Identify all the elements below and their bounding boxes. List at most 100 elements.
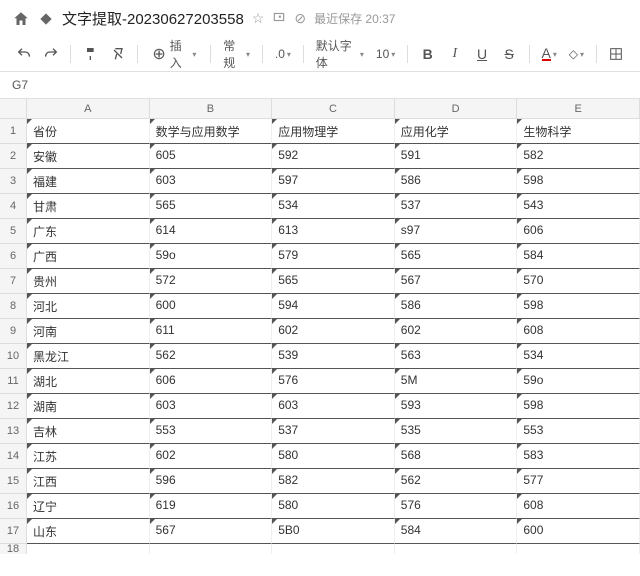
cell[interactable]: 603	[272, 394, 395, 419]
cell[interactable]: 594	[272, 294, 395, 319]
cell[interactable]: 安徽	[27, 144, 150, 169]
cell[interactable]: 584	[517, 244, 640, 269]
fill-color-button[interactable]: ◇▾	[565, 41, 588, 67]
cell[interactable]: 600	[150, 294, 273, 319]
clear-format-button[interactable]	[106, 41, 129, 67]
cell[interactable]: 583	[517, 444, 640, 469]
cell[interactable]: 河南	[27, 319, 150, 344]
cell[interactable]	[272, 544, 395, 554]
cell[interactable]: 河北	[27, 294, 150, 319]
cell[interactable]: 562	[150, 344, 273, 369]
cell[interactable]: 606	[150, 369, 273, 394]
cell[interactable]: 565	[395, 244, 518, 269]
cell[interactable]: s97	[395, 219, 518, 244]
home-icon[interactable]	[12, 10, 30, 28]
cell[interactable]	[27, 544, 150, 554]
cell-reference[interactable]: G7	[0, 72, 640, 99]
move-icon[interactable]	[272, 10, 286, 27]
cell[interactable]: 甘肃	[27, 194, 150, 219]
cell[interactable]: 537	[272, 419, 395, 444]
cell[interactable]: 605	[150, 144, 273, 169]
row-header[interactable]: 11	[0, 369, 27, 394]
row-header[interactable]: 7	[0, 269, 27, 294]
cell[interactable]: 570	[517, 269, 640, 294]
cell[interactable]: 582	[272, 469, 395, 494]
cell[interactable]: 535	[395, 419, 518, 444]
cell[interactable]: 597	[272, 169, 395, 194]
redo-button[interactable]	[39, 41, 62, 67]
row-header[interactable]: 3	[0, 169, 27, 194]
cell[interactable]: 593	[395, 394, 518, 419]
cell[interactable]: 江西	[27, 469, 150, 494]
cell[interactable]: 生物科学	[517, 119, 640, 144]
cell[interactable]: 602	[150, 444, 273, 469]
cell[interactable]: 596	[150, 469, 273, 494]
format-painter-button[interactable]	[79, 41, 102, 67]
row-header[interactable]: 8	[0, 294, 27, 319]
select-all-corner[interactable]	[0, 99, 27, 119]
spreadsheet-grid[interactable]: ABCDE 1省份数学与应用数学应用物理学应用化学生物科学2安徽60559259…	[0, 99, 640, 576]
cell[interactable]	[150, 544, 273, 554]
column-header[interactable]: E	[517, 99, 640, 119]
row-header[interactable]: 2	[0, 144, 27, 169]
cell[interactable]: 59o	[517, 369, 640, 394]
cell[interactable]: 5M	[395, 369, 518, 394]
cell[interactable]: 614	[150, 219, 273, 244]
cell[interactable]: 567	[150, 519, 273, 544]
cell[interactable]: 586	[395, 169, 518, 194]
row-header[interactable]: 18	[0, 544, 27, 554]
cell[interactable]: 59o	[150, 244, 273, 269]
cell[interactable]	[517, 544, 640, 554]
cell[interactable]: 539	[272, 344, 395, 369]
cell[interactable]: 江苏	[27, 444, 150, 469]
cell[interactable]: 576	[272, 369, 395, 394]
row-header[interactable]: 9	[0, 319, 27, 344]
cell[interactable]: 580	[272, 494, 395, 519]
cell[interactable]: 5B0	[272, 519, 395, 544]
cell[interactable]: 565	[150, 194, 273, 219]
cell[interactable]: 568	[395, 444, 518, 469]
cell[interactable]: 592	[272, 144, 395, 169]
cell[interactable]: 600	[517, 519, 640, 544]
cell[interactable]: 603	[150, 394, 273, 419]
cell[interactable]: 湖北	[27, 369, 150, 394]
cell[interactable]: 湖南	[27, 394, 150, 419]
font-size-dropdown[interactable]: 10▾	[372, 41, 399, 67]
cell[interactable]: 582	[517, 144, 640, 169]
row-header[interactable]: 5	[0, 219, 27, 244]
cell[interactable]: 567	[395, 269, 518, 294]
cell[interactable]: 辽宁	[27, 494, 150, 519]
bold-button[interactable]: B	[416, 41, 439, 67]
cell[interactable]: 山东	[27, 519, 150, 544]
star-icon[interactable]: ☆	[252, 10, 265, 27]
cell[interactable]: 611	[150, 319, 273, 344]
cell[interactable]: 598	[517, 294, 640, 319]
insert-button[interactable]: ⊕插入▾	[146, 41, 202, 67]
borders-button[interactable]	[605, 41, 628, 67]
cell[interactable]: 577	[517, 469, 640, 494]
row-header[interactable]: 12	[0, 394, 27, 419]
row-header[interactable]: 16	[0, 494, 27, 519]
cell[interactable]: 广东	[27, 219, 150, 244]
cell[interactable]: 537	[395, 194, 518, 219]
row-header[interactable]: 15	[0, 469, 27, 494]
column-header[interactable]: A	[27, 99, 150, 119]
cell[interactable]: 543	[517, 194, 640, 219]
cell[interactable]: 565	[272, 269, 395, 294]
italic-button[interactable]: I	[443, 41, 466, 67]
cell[interactable]: 619	[150, 494, 273, 519]
cell[interactable]: 584	[395, 519, 518, 544]
number-format-dropdown[interactable]: 常规▾	[219, 41, 254, 67]
cell[interactable]: 576	[395, 494, 518, 519]
cell[interactable]: 广西	[27, 244, 150, 269]
strike-button[interactable]: S	[498, 41, 521, 67]
cell[interactable]: 534	[517, 344, 640, 369]
cell[interactable]: 580	[272, 444, 395, 469]
cell[interactable]: 579	[272, 244, 395, 269]
cell[interactable]	[395, 544, 518, 554]
cell[interactable]: 563	[395, 344, 518, 369]
cell[interactable]: 598	[517, 394, 640, 419]
cell[interactable]: 562	[395, 469, 518, 494]
document-title[interactable]: 文字提取-20230627203558	[62, 8, 244, 29]
cell[interactable]: 黑龙江	[27, 344, 150, 369]
